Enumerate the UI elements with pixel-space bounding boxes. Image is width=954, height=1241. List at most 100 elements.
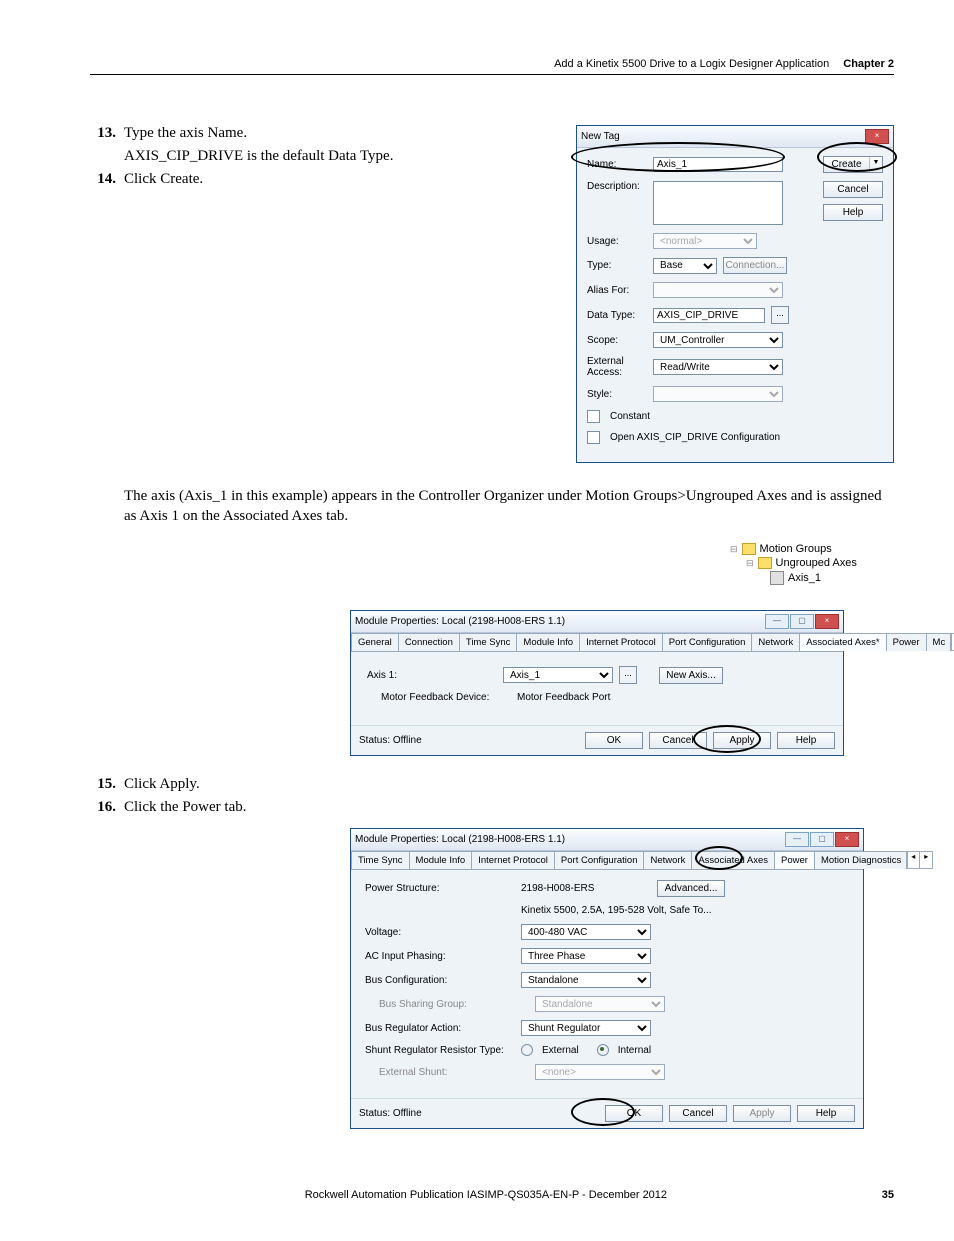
new-tag-title: New Tag	[581, 131, 620, 142]
external-radio[interactable]	[521, 1044, 533, 1056]
usage-label: Usage:	[587, 236, 647, 247]
tree-toggle-icon[interactable]: ⊟	[746, 558, 754, 569]
tab-portconfig[interactable]: Port Configuration	[554, 851, 645, 869]
style-label: Style:	[587, 389, 647, 400]
tab-timesync[interactable]: Time Sync	[351, 851, 410, 869]
constant-checkbox[interactable]	[587, 410, 600, 423]
tab-ip[interactable]: Internet Protocol	[471, 851, 555, 869]
datatype-browse-button[interactable]: ...	[771, 306, 789, 324]
datatype-input[interactable]	[653, 308, 765, 323]
folder-icon	[758, 557, 772, 569]
window-controls: — ▢ ×	[765, 614, 839, 629]
module2-titlebar: Module Properties: Local (2198-H008-ERS …	[351, 829, 863, 851]
voltage-select[interactable]: 400-480 VAC	[521, 924, 651, 940]
help-button[interactable]: Help	[797, 1105, 855, 1122]
tab-general[interactable]: General	[351, 633, 399, 651]
internal-radio[interactable]	[597, 1044, 609, 1056]
module2-status: Status: Offline	[359, 1108, 422, 1119]
apply-button[interactable]: Apply	[713, 732, 771, 749]
step-14-text: Click Create.	[124, 171, 556, 188]
es-label: External Shunt:	[365, 1067, 529, 1078]
window-controls: ×	[865, 129, 889, 144]
tab-power[interactable]: Power	[774, 851, 815, 869]
tab-moduleinfo[interactable]: Module Info	[516, 633, 580, 651]
ps-value: 2198-H008-ERS	[521, 883, 651, 894]
bus-config-select[interactable]: Standalone	[521, 972, 651, 988]
tab-scroll-right-icon[interactable]: ▸	[919, 851, 933, 869]
tree-motion-groups[interactable]: ⊟ Motion Groups	[730, 542, 894, 556]
paragraph-axis-note: The axis (Axis_1 in this example) appear…	[124, 487, 894, 526]
ok-button[interactable]: OK	[605, 1105, 663, 1122]
tab-timesync[interactable]: Time Sync	[459, 633, 518, 651]
datatype-label: Data Type:	[587, 310, 647, 321]
tree-axis-label: Axis_1	[788, 572, 821, 584]
tab-connection[interactable]: Connection	[398, 633, 460, 651]
close-icon[interactable]: ×	[865, 129, 889, 144]
close-icon[interactable]: ×	[815, 614, 839, 629]
axis1-select[interactable]: Axis_1	[503, 667, 613, 683]
tab-associated-axes[interactable]: Associated Axes*	[799, 633, 886, 651]
new-axis-button[interactable]: New Axis...	[659, 667, 723, 684]
maximize-icon[interactable]: ▢	[810, 832, 834, 847]
create-button[interactable]: Create ▼	[823, 156, 883, 173]
tree-motion-label: Motion Groups	[760, 543, 832, 555]
tab-portconfig[interactable]: Port Configuration	[662, 633, 753, 651]
type-select[interactable]: Base	[653, 258, 717, 274]
axis1-browse-button[interactable]: ...	[619, 666, 637, 684]
ps-sub: Kinetix 5500, 2.5A, 195-528 Volt, Safe T…	[521, 905, 712, 916]
style-select	[653, 386, 783, 402]
help-button[interactable]: Help	[777, 732, 835, 749]
help-button[interactable]: Help	[823, 204, 883, 221]
advanced-button[interactable]: Advanced...	[657, 880, 725, 897]
header-section-title: Add a Kinetix 5500 Drive to a Logix Desi…	[554, 58, 829, 70]
tab-scroll-left-icon[interactable]: ◂	[906, 851, 920, 869]
module2-title: Module Properties: Local (2198-H008-ERS …	[355, 834, 565, 845]
bus-regulator-select[interactable]: Shunt Regulator	[521, 1020, 651, 1036]
step-13-number: 13.	[90, 125, 116, 142]
tab-network[interactable]: Network	[751, 633, 800, 651]
bus-label: Bus Configuration:	[365, 975, 515, 986]
mfd-label: Motor Feedback Device:	[367, 692, 511, 703]
ext-select[interactable]: Read/Write	[653, 359, 783, 375]
tab-moduleinfo[interactable]: Module Info	[409, 851, 473, 869]
tab-motion-diag[interactable]: Motion Diagnostics	[814, 851, 908, 869]
tab-network[interactable]: Network	[643, 851, 692, 869]
open-config-checkbox[interactable]	[587, 431, 600, 444]
tab-mc[interactable]: Mc	[926, 633, 953, 651]
module-properties-dialog-2: Module Properties: Local (2198-H008-ERS …	[350, 828, 864, 1129]
maximize-icon[interactable]: ▢	[790, 614, 814, 629]
tree-ungrouped-axes[interactable]: ⊟ Ungrouped Axes	[746, 556, 894, 570]
tree-toggle-icon[interactable]: ⊟	[730, 544, 738, 555]
tree-axis-1[interactable]: Axis_1	[770, 570, 894, 586]
ac-phasing-select[interactable]: Three Phase	[521, 948, 651, 964]
tab-power[interactable]: Power	[886, 633, 927, 651]
axis-icon	[770, 571, 784, 585]
tab-scroll: ◂ ▸	[907, 851, 933, 869]
usage-select: <normal>	[653, 233, 757, 249]
ok-button[interactable]: OK	[585, 732, 643, 749]
desc-input[interactable]	[653, 181, 783, 225]
module1-status: Status: Offline	[359, 735, 422, 746]
module1-title: Module Properties: Local (2198-H008-ERS …	[355, 616, 565, 627]
close-icon[interactable]: ×	[835, 832, 859, 847]
tab-associated-axes[interactable]: Associated Axes	[691, 851, 775, 869]
scope-select[interactable]: UM_Controller	[653, 332, 783, 348]
chevron-down-icon[interactable]: ▼	[870, 157, 882, 172]
cancel-button[interactable]: Cancel	[669, 1105, 727, 1122]
minimize-icon[interactable]: —	[785, 832, 809, 847]
step-16-number: 16.	[90, 799, 116, 816]
volt-label: Voltage:	[365, 927, 515, 938]
tab-ip[interactable]: Internet Protocol	[579, 633, 663, 651]
name-label: Name:	[587, 159, 647, 170]
name-input[interactable]	[653, 157, 783, 172]
cancel-button[interactable]: Cancel	[649, 732, 707, 749]
footer-page-number: 35	[882, 1189, 894, 1201]
step-15-text: Click Apply.	[124, 776, 894, 793]
tab-scroll-left-icon[interactable]: ◂	[950, 633, 954, 651]
desc-label: Description:	[587, 181, 647, 192]
module2-tabs: Time Sync Module Info Internet Protocol …	[351, 851, 863, 870]
scope-label: Scope:	[587, 335, 647, 346]
cancel-button[interactable]: Cancel	[823, 181, 883, 198]
axis1-label: Axis 1:	[367, 670, 497, 681]
minimize-icon[interactable]: —	[765, 614, 789, 629]
